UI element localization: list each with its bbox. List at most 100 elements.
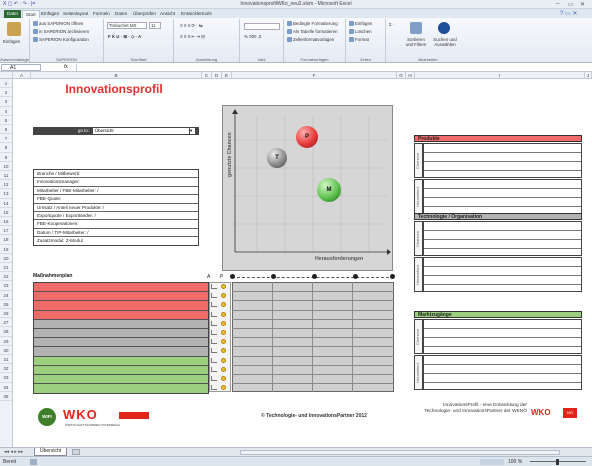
row-header[interactable]: 11 [0, 171, 12, 181]
bar-chart-icon[interactable] [211, 311, 217, 317]
align-buttons[interactable]: ≡ ≡ ≡ ⟳ · ⇆ [180, 23, 203, 29]
row-header[interactable]: 14 [0, 199, 12, 208]
number-buttons[interactable]: % 000 ,0 [244, 34, 261, 39]
measure-row[interactable] [34, 292, 208, 302]
row-header[interactable]: 1 [0, 79, 12, 89]
insert-cells-button[interactable]: Einfügen [349, 21, 372, 27]
font-name-select[interactable]: Trebuchet MS [107, 22, 147, 29]
column-header[interactable]: E [222, 72, 232, 79]
find-select-button[interactable]: Suchen und Auswählen [432, 37, 458, 47]
column-header[interactable]: B [31, 72, 202, 79]
bar-chart-icon[interactable] [211, 339, 217, 345]
panel-entry-box[interactable] [423, 179, 582, 214]
minimize-icon[interactable]: – [556, 1, 559, 7]
row-header[interactable]: 13 [0, 189, 12, 199]
font-size-select[interactable]: 11 [149, 22, 161, 29]
info-row[interactable]: FBE-Quote: [34, 195, 198, 204]
tab-datei[interactable]: Datei [4, 10, 21, 18]
column-header[interactable]: C [202, 72, 212, 79]
row-header[interactable]: 26 [0, 309, 12, 319]
priority-icon[interactable] [221, 320, 226, 326]
horizontal-scrollbar[interactable] [240, 450, 560, 455]
info-row[interactable]: Exportquote / ExportIänder: / [34, 212, 198, 221]
row-header[interactable]: 34 [0, 383, 12, 392]
tab-ueberpruefen[interactable]: Überprüfen [130, 10, 159, 18]
help-icon[interactable]: ? ▭ ✕ [560, 10, 577, 17]
row-header[interactable]: 15 [0, 208, 12, 217]
measure-row[interactable] [34, 347, 208, 357]
panel-entry-box[interactable] [423, 355, 582, 390]
panel-entry-line[interactable] [424, 231, 581, 240]
sheet-nav-icons[interactable]: ◂◂ ◂ ▸ ▸▸ [4, 449, 23, 455]
info-row[interactable]: FBE-Kooperationen: [34, 220, 198, 229]
row-header[interactable]: 4 [0, 107, 12, 116]
panel-entry-line[interactable] [424, 258, 581, 267]
bar-chart-icon[interactable] [211, 293, 217, 299]
panel-entry-line[interactable] [424, 276, 581, 285]
ball-m[interactable]: M [317, 178, 341, 202]
measure-row[interactable] [34, 338, 208, 348]
bar-chart-icon[interactable] [211, 302, 217, 308]
indent-buttons[interactable]: ≡ ≡ ≡ ⇤ ⇥ ⊟ [180, 34, 205, 40]
row-header[interactable]: 18 [0, 235, 12, 245]
info-row[interactable]: Branche / Mitbewerb: [34, 170, 198, 179]
info-row[interactable]: Datum / TIP-Mitarbeiter: / [34, 229, 198, 238]
bar-chart-icon[interactable] [211, 366, 217, 372]
number-format-select[interactable] [244, 23, 280, 30]
saperion-open-button[interactable]: aus SAPERION öffnen [33, 21, 83, 27]
row-header[interactable]: 33 [0, 373, 12, 383]
row-header[interactable]: 22 [0, 272, 12, 282]
row-header[interactable]: 23 [0, 281, 12, 291]
measure-row[interactable] [34, 328, 208, 339]
name-box[interactable]: A1 [1, 64, 41, 71]
panel-entry-box[interactable] [423, 221, 582, 256]
sheet-tab[interactable]: Übersicht [34, 448, 68, 456]
tab-seitenlayout[interactable]: Seitenlayout [60, 10, 91, 18]
sort-filter-button[interactable]: Sortieren und Filtern [404, 37, 428, 47]
ball-t[interactable]: T [267, 148, 287, 168]
panel-entry-line[interactable] [424, 240, 581, 249]
priority-icon[interactable] [221, 376, 226, 381]
panel-entry-line[interactable] [424, 144, 581, 153]
panel-entry-line[interactable] [424, 267, 581, 276]
panel-entry-line[interactable] [424, 329, 581, 338]
goto-value[interactable]: Übersicht [93, 127, 189, 134]
row-header[interactable]: 12 [0, 180, 12, 190]
row-header[interactable]: 2 [0, 88, 12, 98]
info-row[interactable]: Innovationsmanager: [34, 178, 198, 187]
row-header[interactable]: 3 [0, 97, 12, 107]
measure-row[interactable] [34, 374, 208, 385]
maximize-icon[interactable]: ▭ [568, 1, 574, 8]
column-header[interactable]: J [585, 72, 592, 79]
row-header[interactable]: 9 [0, 153, 12, 162]
macro-record-icon[interactable] [30, 459, 37, 465]
bar-chart-icon[interactable] [211, 376, 217, 381]
conditional-format-button[interactable]: Bedingte Formatierung [287, 21, 338, 27]
panel-entry-line[interactable] [424, 338, 581, 347]
row-header[interactable]: 35 [0, 392, 12, 401]
measure-row[interactable] [34, 310, 208, 320]
row-header[interactable]: 30 [0, 346, 12, 355]
panel-entry-line[interactable] [424, 320, 581, 329]
close-icon[interactable]: ✕ [580, 1, 585, 8]
select-all[interactable] [0, 72, 13, 79]
row-header[interactable]: 20 [0, 254, 12, 263]
fx-icon[interactable]: fx [64, 64, 68, 70]
info-row[interactable]: Mitarbeiter / FBE-Mitarbeiter: / [34, 187, 198, 196]
column-header[interactable]: D [212, 72, 222, 79]
panel-entry-line[interactable] [424, 189, 581, 198]
column-header[interactable]: H [406, 72, 415, 79]
panel-entry-box[interactable] [423, 257, 582, 292]
row-header[interactable]: 16 [0, 217, 12, 227]
column-header[interactable]: F [232, 72, 397, 79]
row-header[interactable]: 21 [0, 263, 12, 273]
panel-entry-box[interactable] [423, 319, 582, 354]
panel-entry-box[interactable] [423, 143, 582, 178]
row-header[interactable]: 17 [0, 226, 12, 236]
worksheet[interactable]: Innovationsprofil go to: Übersicht ▾ Branc… [13, 79, 592, 447]
measure-row[interactable] [34, 319, 208, 329]
zoom-level[interactable]: 100 % [508, 459, 522, 465]
tab-ansicht[interactable]: Ansicht [157, 10, 178, 18]
priority-icon[interactable] [221, 284, 226, 289]
bar-chart-icon[interactable] [211, 385, 217, 391]
